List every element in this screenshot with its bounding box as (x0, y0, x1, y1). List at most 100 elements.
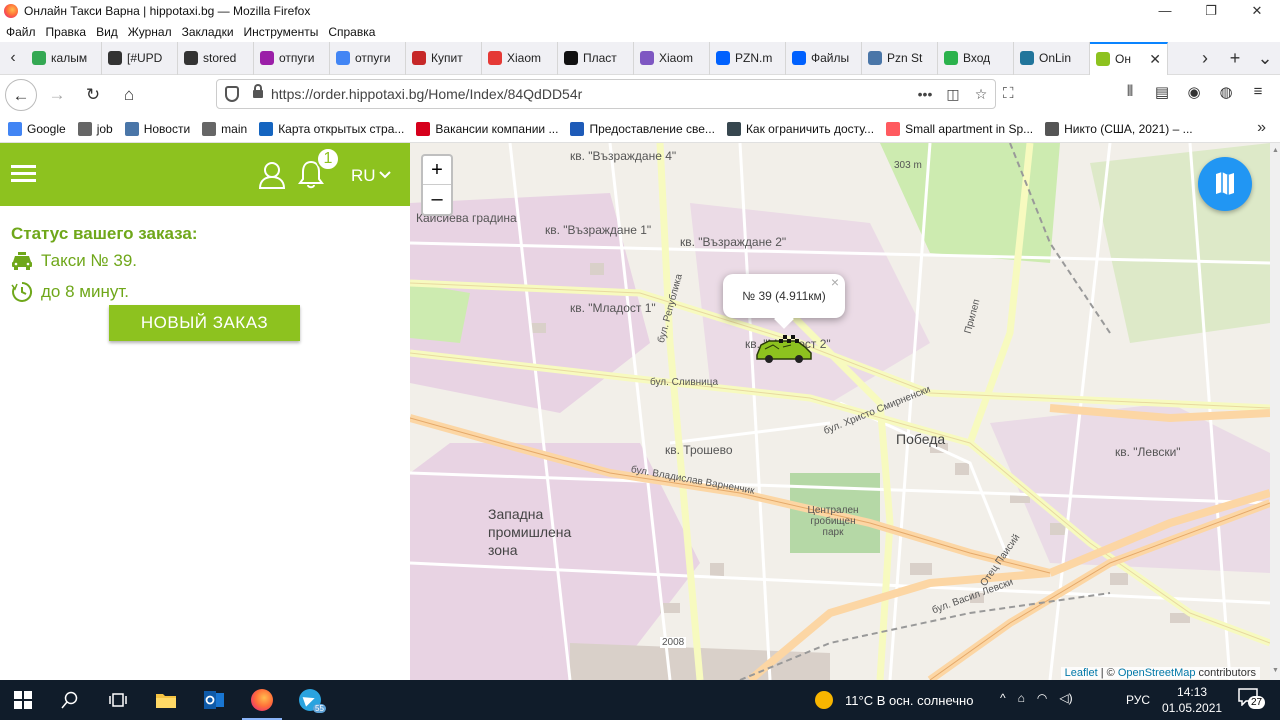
close-window-button[interactable]: ✕ (1234, 0, 1280, 22)
menu-bookmarks[interactable]: Закладки (182, 25, 234, 39)
network-icon[interactable]: ⌂ (1018, 691, 1025, 705)
taxi-popup: № 39 (4.911км) × (723, 274, 845, 318)
map-label: кв. "Възраждане 2" (680, 235, 787, 249)
clock-time: 14:13 (1177, 685, 1208, 699)
chevron-down-icon[interactable] (379, 171, 391, 179)
taxi-car-icon (12, 252, 32, 270)
browser-tab[interactable]: калым (26, 41, 102, 75)
menu-view[interactable]: Вид (96, 25, 118, 39)
start-button[interactable] (0, 680, 46, 720)
zoom-out-button[interactable]: – (423, 185, 451, 214)
tab-list-chevron-icon[interactable]: ⌄ (1250, 48, 1280, 69)
browser-tab[interactable]: Пласт (558, 41, 634, 75)
browser-tab[interactable]: [#UPD (102, 41, 178, 75)
bookmark-item[interactable]: Small apartment in Sp... (886, 121, 1033, 136)
input-language[interactable]: РУС (1126, 693, 1150, 707)
notification-badge[interactable]: 1 (316, 147, 340, 171)
language-selector[interactable]: RU (351, 166, 376, 186)
music-icon (412, 51, 426, 65)
user-icon[interactable] (258, 161, 286, 189)
bookmark-label: Никто (США, 2021) – ... (1064, 121, 1193, 136)
clock[interactable]: 14:13 01.05.2021 (1162, 684, 1222, 716)
page-actions-icon[interactable]: ••• (911, 86, 939, 103)
leaflet-link[interactable]: Leaflet (1065, 667, 1098, 679)
action-center-button[interactable]: 27 (1238, 688, 1266, 710)
bookmark-item[interactable]: Карта открытых стра... (259, 121, 404, 136)
bookmark-star-icon[interactable]: ☆ (967, 86, 995, 103)
page-scrollbar[interactable]: ▲ ▼ (1270, 143, 1280, 680)
bookmarks-overflow-icon[interactable]: » (1257, 119, 1266, 137)
menu-edit[interactable]: Правка (46, 25, 87, 39)
scroll-down-icon[interactable]: ▼ (1272, 667, 1279, 674)
browser-tab[interactable]: Pzn St (862, 41, 938, 75)
bookmark-item[interactable]: Никто (США, 2021) – ... (1045, 121, 1193, 136)
volume-icon[interactable]: ◁) (1059, 691, 1072, 705)
browser-tab[interactable]: отпуги (330, 41, 406, 75)
home-button[interactable]: ⌂ (113, 79, 145, 111)
zoom-in-button[interactable]: + (423, 156, 451, 185)
osm-link[interactable]: OpenStreetMap (1118, 667, 1196, 679)
weather-widget[interactable]: 11°C В осн. солнечно (815, 691, 973, 709)
bookmark-item[interactable]: Google (8, 121, 66, 136)
browser-tab[interactable]: Xiaom (482, 41, 558, 75)
app-menu-icon[interactable]: ≡ (1242, 83, 1274, 101)
taskbar-outlook[interactable] (190, 680, 238, 720)
scroll-up-icon[interactable]: ▲ (1272, 147, 1279, 154)
close-tab-icon[interactable]: ✕ (1149, 51, 1161, 68)
menu-file[interactable]: Файл (6, 25, 36, 39)
browser-tab[interactable]: Купит (406, 41, 482, 75)
browser-tab[interactable]: Файлы (786, 41, 862, 75)
task-view-button[interactable] (94, 680, 142, 720)
taxi-marker-icon[interactable] (753, 335, 813, 363)
bookmark-item[interactable]: job (77, 121, 113, 136)
pocket-icon[interactable]: ◫ (939, 86, 967, 103)
map-view[interactable]: кв. "Възраждане 4" кв. "Възраждане 1" кв… (410, 143, 1270, 680)
browser-tab[interactable]: Он ✕ (1090, 41, 1168, 75)
new-order-button[interactable]: НОВЫЙ ЗАКАЗ (109, 305, 300, 341)
menu-history[interactable]: Журнал (128, 25, 172, 39)
library-icon[interactable]: ⫴ (1114, 83, 1146, 101)
bookmark-item[interactable]: Предоставление све... (570, 121, 715, 136)
wifi-icon[interactable]: ◠ (1037, 691, 1047, 705)
browser-tab[interactable]: Вход (938, 41, 1014, 75)
url-bar[interactable]: ••• ◫ ☆ (216, 79, 996, 109)
tracking-protection-icon[interactable] (225, 86, 239, 102)
browser-tab[interactable]: отпуги (254, 41, 330, 75)
sidebar-icon[interactable]: ▤ (1146, 83, 1178, 101)
browser-tab[interactable]: stored (178, 41, 254, 75)
back-button[interactable]: ← (5, 79, 37, 111)
screenshot-icon[interactable]: ⛶ (1003, 85, 1014, 102)
browser-tab-label: [#UPD (127, 51, 163, 65)
menu-icon[interactable] (11, 165, 36, 185)
minimize-button[interactable]: — (1142, 0, 1188, 22)
browser-tab[interactable]: Xiaom (634, 41, 710, 75)
url-input[interactable] (271, 86, 891, 102)
menu-tools[interactable]: Инструменты (244, 25, 319, 39)
browser-tab[interactable]: PZN.m (710, 41, 786, 75)
reload-button[interactable]: ↻ (77, 79, 109, 111)
taskbar-explorer[interactable] (142, 680, 190, 720)
map-tiles[interactable] (410, 143, 1270, 680)
maximize-button[interactable]: ❐ (1188, 0, 1234, 22)
bookmark-item[interactable]: Вакансии компании ... (416, 121, 558, 136)
bookmark-item[interactable]: main (202, 121, 247, 136)
popup-close-icon[interactable]: × (831, 260, 839, 304)
map-layers-button[interactable] (1198, 157, 1252, 211)
bookmark-item[interactable]: Как ограничить досту... (726, 121, 874, 136)
browser-tab[interactable]: OnLin (1014, 41, 1090, 75)
lock-icon[interactable] (253, 84, 263, 98)
account-icon[interactable]: ◉ (1178, 83, 1210, 101)
taskbar-firefox[interactable] (238, 680, 286, 720)
tray-chevron-icon[interactable]: ^ (1000, 691, 1006, 705)
taskbar-telegram[interactable]: 55 (286, 680, 334, 720)
extension-icon[interactable]: ◍ (1210, 83, 1242, 101)
menu-help[interactable]: Справка (328, 25, 375, 39)
new-tab-button[interactable]: + (1220, 48, 1250, 69)
search-button[interactable] (46, 680, 94, 720)
browser-tab-label: калым (51, 51, 88, 65)
bookmark-item[interactable]: Новости (124, 121, 190, 136)
tab-scroll-right-icon[interactable]: › (1190, 48, 1220, 69)
tab-scroll-left-icon[interactable]: ‹ (0, 49, 26, 67)
forward-button[interactable]: → (41, 79, 73, 111)
c-icon (259, 121, 274, 136)
